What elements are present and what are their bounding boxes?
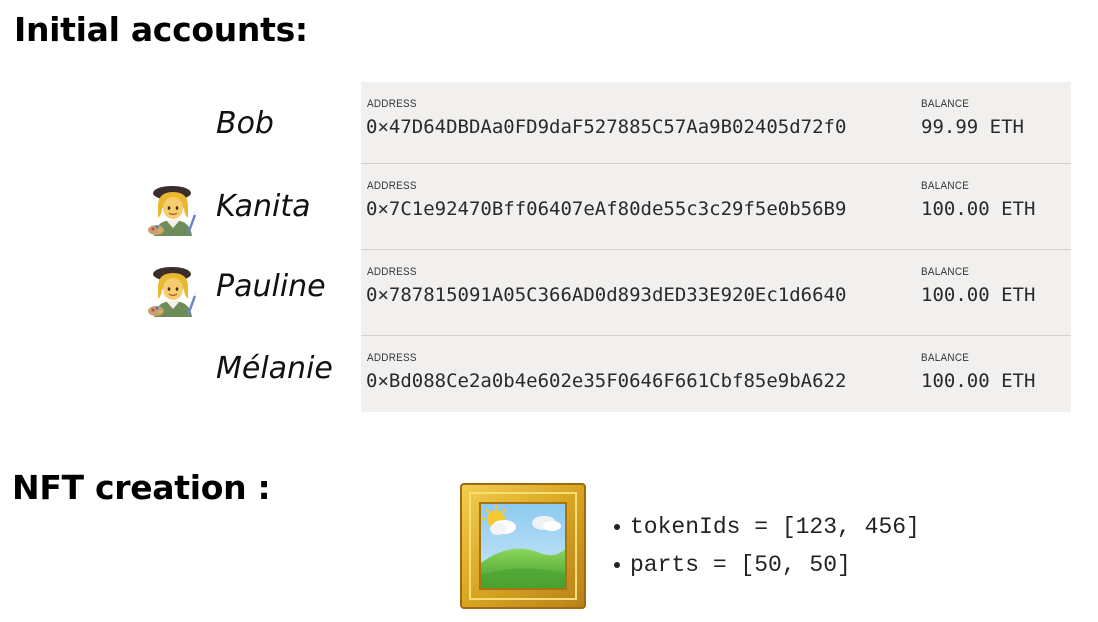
accounts-panel: ADDRESS 0×47D64DBDAa0FD9daF527885C57Aa9B…: [361, 82, 1071, 412]
account-row: ADDRESS 0×787815091A05C366AD0d893dED33E9…: [361, 249, 1071, 335]
woman-artist-icon: [148, 186, 198, 236]
address-label: ADDRESS: [367, 352, 417, 364]
balance-label: BALANCE: [921, 352, 970, 364]
framed-picture-icon: [460, 483, 586, 609]
address-value: 0×47D64DBDAa0FD9daF527885C57Aa9B02405d72…: [366, 116, 847, 138]
list-item: parts = [50, 50]: [614, 546, 920, 584]
balance-value: 100.00 ETH: [921, 370, 1036, 392]
account-row: ADDRESS 0×7C1e92470Bff06407eAf80de55c3c2…: [361, 163, 1071, 249]
address-label: ADDRESS: [367, 266, 417, 278]
initial-accounts-heading: Initial accounts:: [14, 10, 308, 49]
account-row: ADDRESS 0×47D64DBDAa0FD9daF527885C57Aa9B…: [361, 82, 1071, 167]
woman-artist-icon: [148, 267, 198, 317]
account-name-kanita: Kanita: [216, 189, 311, 224]
account-row: ADDRESS 0×Bd088Ce2a0b4e602e35F0646F661Cb…: [361, 335, 1071, 421]
token-ids-text: tokenIds = [123, 456]: [630, 514, 920, 540]
bullet-icon: [614, 523, 620, 530]
bullet-icon: [614, 561, 620, 568]
nft-creation-heading: NFT creation :: [12, 468, 271, 507]
balance-value: 100.00 ETH: [921, 284, 1036, 306]
balance-label: BALANCE: [921, 266, 970, 278]
account-name-bob: Bob: [216, 106, 274, 141]
address-label: ADDRESS: [367, 98, 417, 110]
address-value: 0×Bd088Ce2a0b4e602e35F0646F661Cbf85e9bA6…: [366, 370, 847, 392]
nft-parameters-list: tokenIds = [123, 456] parts = [50, 50]: [614, 508, 920, 584]
balance-value: 99.99 ETH: [921, 116, 1024, 138]
address-label: ADDRESS: [367, 180, 417, 192]
balance-value: 100.00 ETH: [921, 198, 1036, 220]
account-name-melanie: Mélanie: [216, 351, 333, 386]
account-name-pauline: Pauline: [216, 269, 326, 304]
address-value: 0×787815091A05C366AD0d893dED33E920Ec1d66…: [366, 284, 847, 306]
list-item: tokenIds = [123, 456]: [614, 508, 920, 546]
balance-label: BALANCE: [921, 180, 970, 192]
address-value: 0×7C1e92470Bff06407eAf80de55c3c29f5e0b56…: [366, 198, 847, 220]
balance-label: BALANCE: [921, 98, 970, 110]
parts-text: parts = [50, 50]: [630, 552, 851, 578]
